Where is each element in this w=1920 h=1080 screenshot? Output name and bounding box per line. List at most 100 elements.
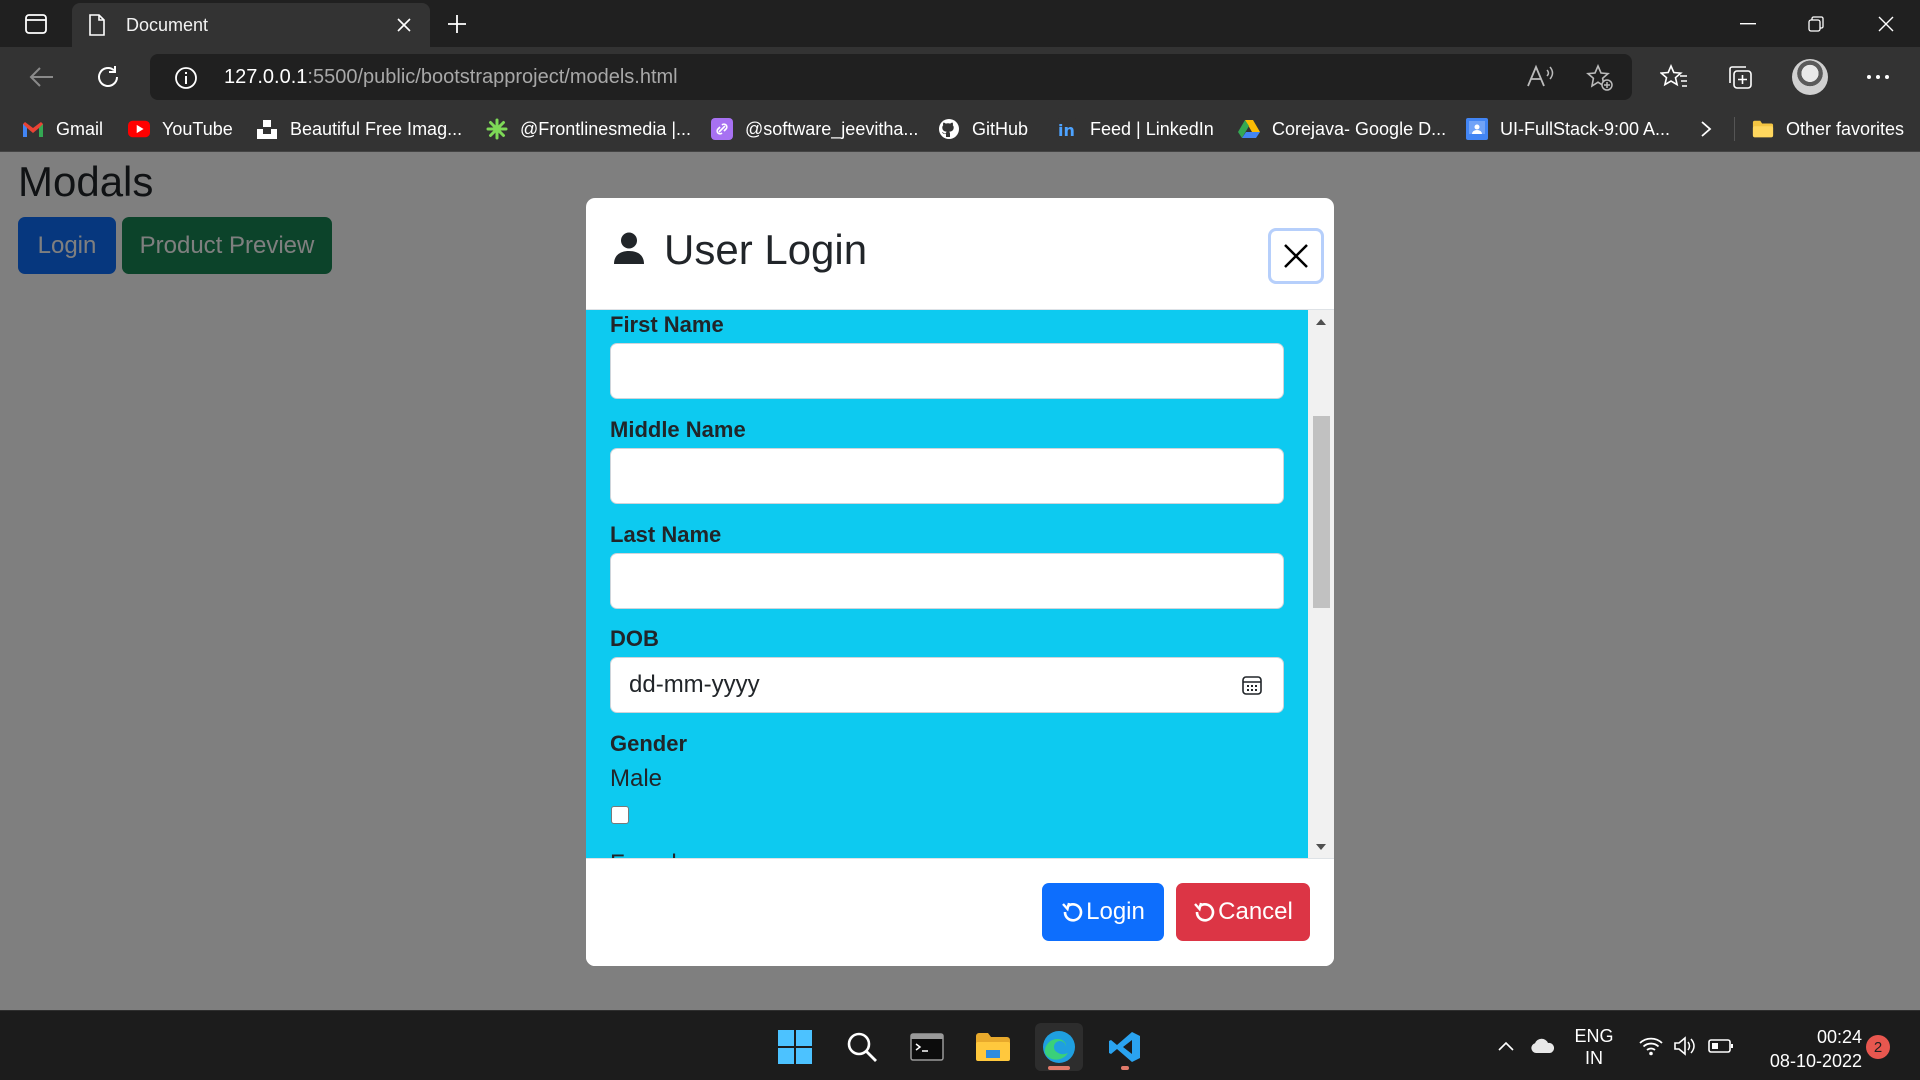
- modal-title: User Login: [664, 226, 868, 273]
- favorite-frontlines[interactable]: @Frontlinesmedia |...: [486, 107, 691, 151]
- favorite-label: Feed | LinkedIn: [1090, 118, 1214, 139]
- favorite-corejava[interactable]: Corejava- Google D...: [1238, 107, 1446, 151]
- favorite-label: @software_jeevitha...: [745, 118, 919, 139]
- clock-date: 08-10-2022: [1769, 1051, 1862, 1071]
- windows-start-icon[interactable]: [771, 1023, 819, 1071]
- system-clock[interactable]: 00:24 08-10-2022: [1746, 1025, 1862, 1073]
- modal-login-button[interactable]: Login: [1042, 883, 1164, 941]
- favorites-icon[interactable]: [1654, 57, 1694, 97]
- gmail-icon: [22, 118, 44, 140]
- battery-icon[interactable]: [1706, 1011, 1736, 1080]
- other-favorites-label: Other favorites: [1786, 118, 1905, 139]
- favorite-label: Beautiful Free Imag...: [290, 118, 463, 139]
- region-code: IN: [1585, 1048, 1603, 1068]
- language-code: ENG: [1574, 1026, 1614, 1046]
- male-checkbox[interactable]: [611, 806, 629, 824]
- first-name-input[interactable]: [610, 343, 1284, 399]
- tab-actions-icon[interactable]: [18, 9, 54, 39]
- gender-label: Gender: [610, 731, 688, 756]
- address-toolbar: 127.0.0.1:5500/public/bootstrapproject/m…: [0, 47, 1920, 107]
- middle-name-input[interactable]: [610, 448, 1284, 504]
- onedrive-cloud-icon[interactable]: [1528, 1011, 1558, 1080]
- frontlines-icon: [486, 118, 508, 140]
- favorite-youtube[interactable]: YouTube: [128, 107, 233, 151]
- read-aloud-icon[interactable]: [1526, 64, 1554, 95]
- favorite-ui-fullstack[interactable]: UI-FullStack-9:00 A...: [1466, 107, 1670, 151]
- youtube-icon: [128, 118, 150, 140]
- modal-close-button[interactable]: [1268, 228, 1324, 284]
- favorite-github[interactable]: GitHub: [938, 107, 1028, 151]
- profile-avatar[interactable]: [1792, 59, 1828, 95]
- volume-icon[interactable]: [1670, 1011, 1700, 1080]
- folder-icon: [1752, 118, 1774, 140]
- dob-placeholder: dd-mm-yyyy: [629, 671, 760, 698]
- classroom-icon: [1466, 118, 1488, 140]
- modal-cancel-label: Cancel: [1218, 898, 1293, 925]
- last-name-label: Last Name: [610, 522, 722, 547]
- language-indicator[interactable]: ENG IN: [1572, 1025, 1616, 1069]
- other-favorites-folder[interactable]: Other favorites: [1752, 107, 1904, 151]
- refresh-icon[interactable]: [88, 59, 128, 95]
- favorite-label: Gmail: [56, 118, 104, 139]
- minimize-icon[interactable]: [1714, 0, 1782, 47]
- svg-text:in: in: [1058, 121, 1075, 140]
- link-icon: [711, 118, 733, 140]
- google-drive-icon: [1238, 118, 1260, 140]
- favorite-software-jeevitha[interactable]: @software_jeevitha...: [711, 107, 918, 151]
- favorite-gmail[interactable]: Gmail: [22, 107, 103, 151]
- modal-login-label: Login: [1086, 898, 1145, 925]
- last-name-input[interactable]: [610, 553, 1284, 609]
- active-app-indicator: [1048, 1066, 1070, 1070]
- scroll-down-arrow-icon[interactable]: [1308, 836, 1334, 858]
- wifi-icon[interactable]: [1636, 1011, 1666, 1080]
- add-favorite-icon[interactable]: [1586, 63, 1614, 97]
- close-window-icon[interactable]: [1852, 0, 1920, 47]
- scroll-up-arrow-icon[interactable]: [1308, 310, 1334, 332]
- browser-tab[interactable]: Document: [72, 3, 430, 47]
- terminal-icon[interactable]: [903, 1023, 951, 1071]
- close-tab-icon[interactable]: [390, 11, 418, 39]
- vscode-icon[interactable]: [1101, 1023, 1149, 1071]
- info-icon[interactable]: [174, 66, 198, 95]
- user-icon: [612, 232, 646, 269]
- male-label: Male: [610, 765, 663, 792]
- running-app-indicator: [1121, 1066, 1129, 1070]
- tab-title: Document: [126, 15, 209, 35]
- user-login-modal: User Login First Name Middle Name Last N…: [586, 198, 1334, 966]
- favorite-label: Corejava- Google D...: [1272, 118, 1447, 139]
- favorites-bar: Gmail YouTube Beautiful Free Imag... @Fr…: [0, 107, 1920, 152]
- file-explorer-icon[interactable]: [969, 1023, 1017, 1071]
- favorite-label: YouTube: [162, 118, 233, 139]
- modal-body-scrollbar[interactable]: [1308, 310, 1334, 858]
- reload-icon: [1194, 902, 1215, 922]
- new-tab-icon[interactable]: [440, 9, 474, 39]
- dob-date-input[interactable]: dd-mm-yyyy: [610, 657, 1284, 713]
- url-path: :5500/public/bootstrapproject/models.htm…: [307, 66, 678, 88]
- dob-label: DOB: [610, 626, 659, 651]
- github-icon: [938, 118, 960, 140]
- favorites-overflow-chevron-icon[interactable]: [1700, 107, 1712, 151]
- url-host: 127.0.0.1: [224, 66, 308, 88]
- search-icon[interactable]: [838, 1023, 886, 1071]
- more-options-icon[interactable]: [1858, 57, 1898, 97]
- first-name-label: First Name: [610, 312, 724, 337]
- address-bar[interactable]: 127.0.0.1:5500/public/bootstrapproject/m…: [150, 54, 1632, 100]
- favorite-linkedin[interactable]: in Feed | LinkedIn: [1056, 107, 1214, 151]
- scrollbar-thumb[interactable]: [1313, 416, 1330, 608]
- modal-cancel-button[interactable]: Cancel: [1176, 883, 1310, 941]
- notification-badge[interactable]: 2: [1866, 1035, 1890, 1059]
- clock-time: 00:24: [1816, 1027, 1862, 1047]
- edge-browser-icon[interactable]: [1035, 1023, 1083, 1071]
- close-icon: [1284, 244, 1308, 268]
- document-icon: [88, 14, 106, 41]
- favorite-unsplash[interactable]: Beautiful Free Imag...: [256, 107, 462, 151]
- collections-icon[interactable]: [1720, 57, 1760, 97]
- favorite-label: GitHub: [972, 118, 1029, 139]
- modal-body[interactable]: First Name Middle Name Last Name DOB dd-…: [586, 310, 1334, 858]
- female-label-partial: Female: [610, 850, 690, 858]
- restore-icon[interactable]: [1782, 0, 1850, 47]
- back-icon[interactable]: [22, 59, 62, 95]
- show-hidden-icons-chevron-icon[interactable]: [1494, 1011, 1518, 1080]
- calendar-icon[interactable]: [1241, 674, 1263, 701]
- linkedin-icon: in: [1056, 118, 1078, 140]
